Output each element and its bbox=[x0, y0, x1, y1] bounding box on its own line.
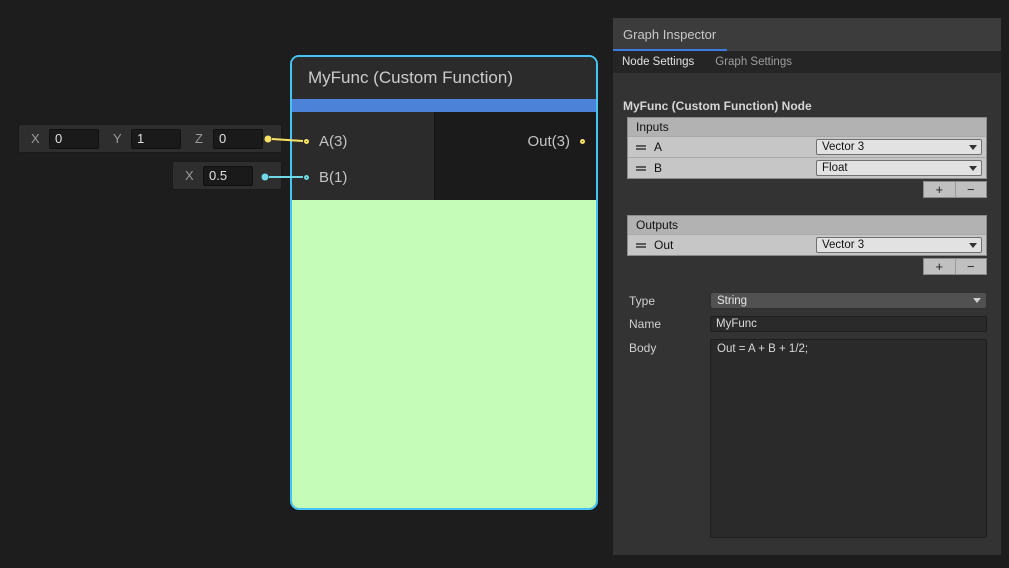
chevron-down-icon bbox=[969, 145, 977, 150]
body-field[interactable]: Out = A + B + 1/2; bbox=[710, 339, 987, 538]
node-title[interactable]: MyFunc (Custom Function) bbox=[292, 57, 596, 99]
list-row-input-a[interactable]: A Vector 3 bbox=[628, 136, 986, 157]
output-port-row-out: Out(3) bbox=[527, 128, 585, 154]
vector3-input-widget: X Y Z bbox=[18, 124, 282, 153]
body-label: Body bbox=[629, 341, 656, 355]
input-b-name: B bbox=[654, 161, 662, 175]
port-a-icon[interactable] bbox=[304, 139, 309, 144]
inspector-title-bar[interactable]: Graph Inspector bbox=[613, 18, 1001, 51]
output-out-name: Out bbox=[654, 238, 673, 252]
type-label: Type bbox=[629, 294, 655, 308]
outputs-list-header: Outputs bbox=[628, 216, 986, 234]
tab-node-settings[interactable]: Node Settings bbox=[622, 56, 694, 68]
float-value-field[interactable] bbox=[203, 166, 253, 186]
chevron-down-icon bbox=[969, 243, 977, 248]
y-value-field[interactable] bbox=[131, 129, 181, 149]
node-port-area: A(3) B(1) Out(3) bbox=[292, 112, 596, 200]
graph-canvas[interactable]: X Y Z X MyFunc (Custom Function) A(3) B(… bbox=[0, 0, 1009, 568]
inspector-tab-bar: Node Settings Graph Settings bbox=[613, 51, 1001, 73]
list-row-output-out[interactable]: Out Vector 3 bbox=[628, 234, 986, 255]
chevron-down-icon bbox=[973, 298, 981, 303]
drag-handle-icon[interactable] bbox=[636, 145, 646, 150]
y-label: Y bbox=[113, 131, 127, 146]
z-value-field[interactable] bbox=[213, 129, 263, 149]
node-preview-area bbox=[292, 200, 596, 509]
chevron-down-icon bbox=[969, 166, 977, 171]
tab-graph-settings[interactable]: Graph Settings bbox=[715, 56, 792, 68]
input-port-row-a: A(3) bbox=[304, 128, 347, 154]
x-value-field[interactable] bbox=[49, 129, 99, 149]
outputs-list: Outputs Out Vector 3 bbox=[627, 215, 987, 256]
inspector-node-header: MyFunc (Custom Function) Node bbox=[623, 99, 812, 113]
inputs-list-footer: + − bbox=[923, 181, 987, 198]
input-a-type-dropdown[interactable]: Vector 3 bbox=[816, 139, 982, 155]
remove-output-button[interactable]: − bbox=[955, 259, 987, 274]
input-port-row-b: B(1) bbox=[304, 164, 347, 190]
name-label: Name bbox=[629, 317, 661, 331]
drag-handle-icon[interactable] bbox=[636, 166, 646, 171]
x-label: X bbox=[185, 168, 199, 183]
custom-function-node[interactable]: MyFunc (Custom Function) A(3) B(1) Out(3… bbox=[290, 55, 598, 510]
name-field[interactable] bbox=[710, 316, 987, 332]
inspector-title: Graph Inspector bbox=[613, 18, 1001, 51]
graph-inspector-panel: Graph Inspector Node Settings Graph Sett… bbox=[613, 18, 1001, 555]
port-a-label: A(3) bbox=[319, 133, 347, 150]
type-dropdown[interactable]: String bbox=[710, 292, 987, 309]
active-tab-indicator bbox=[613, 49, 727, 51]
inputs-list: Inputs A Vector 3 B Float bbox=[627, 117, 987, 179]
node-title-accent-bar bbox=[292, 99, 596, 112]
port-b-icon[interactable] bbox=[304, 175, 309, 180]
port-out-label: Out(3) bbox=[527, 133, 570, 150]
port-out-icon[interactable] bbox=[580, 139, 585, 144]
z-label: Z bbox=[195, 131, 209, 146]
input-b-type-dropdown[interactable]: Float bbox=[816, 160, 982, 176]
x-label: X bbox=[31, 131, 45, 146]
port-b-label: B(1) bbox=[319, 169, 347, 186]
add-input-button[interactable]: + bbox=[924, 182, 955, 197]
output-out-type-dropdown[interactable]: Vector 3 bbox=[816, 237, 982, 253]
drag-handle-icon[interactable] bbox=[636, 243, 646, 248]
remove-input-button[interactable]: − bbox=[955, 182, 987, 197]
float-input-widget: X bbox=[172, 161, 282, 190]
input-a-name: A bbox=[654, 140, 662, 154]
add-output-button[interactable]: + bbox=[924, 259, 955, 274]
list-row-input-b[interactable]: B Float bbox=[628, 157, 986, 178]
outputs-list-footer: + − bbox=[923, 258, 987, 275]
inputs-list-header: Inputs bbox=[628, 118, 986, 136]
